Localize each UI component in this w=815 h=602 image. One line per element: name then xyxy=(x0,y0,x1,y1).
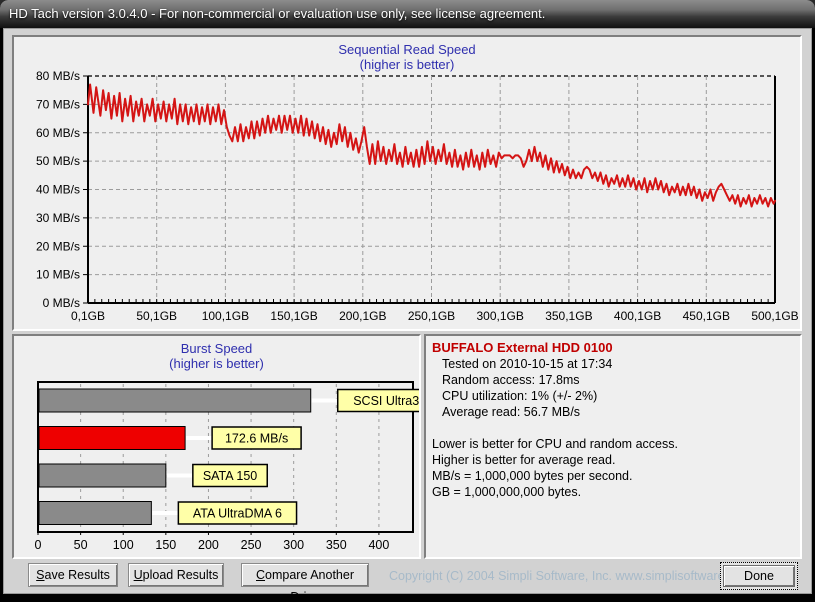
note-gb: GB = 1,000,000,000 bytes. xyxy=(432,484,794,500)
upload-results-button[interactable]: Upload Results xyxy=(128,563,224,587)
svg-text:50 MB/s: 50 MB/s xyxy=(36,154,80,168)
compare-another-drive-button[interactable]: Compare Another Drive xyxy=(241,563,369,587)
svg-text:172.6 MB/s: 172.6 MB/s xyxy=(225,432,288,446)
svg-text:100: 100 xyxy=(113,538,134,552)
sequential-read-panel: Sequential Read Speed (higher is better)… xyxy=(12,35,802,331)
svg-text:300: 300 xyxy=(283,538,304,552)
svg-text:200: 200 xyxy=(198,538,219,552)
hdtach-window: HD Tach version 3.0.4.0 - For non-commer… xyxy=(0,0,815,602)
svg-text:60 MB/s: 60 MB/s xyxy=(36,126,80,140)
svg-text:250: 250 xyxy=(241,538,262,552)
random-access: Random access: 17.8ms xyxy=(432,372,794,388)
burst-speed-chart: SCSI Ultra320 172.6 MB/s SATA 150 ATA Ultra… xyxy=(14,336,419,557)
window-title: HD Tach version 3.0.4.0 - For non-commer… xyxy=(9,6,545,21)
svg-text:450,1GB: 450,1GB xyxy=(683,309,730,323)
burst-speed-panel: Burst Speed (higher is better) SCSI Ultr… xyxy=(12,334,421,559)
svg-text:50: 50 xyxy=(74,538,88,552)
svg-text:SCSI Ultra320: SCSI Ultra320 xyxy=(353,394,419,408)
svg-text:500,1GB: 500,1GB xyxy=(751,309,798,323)
client-area: Sequential Read Speed (higher is better)… xyxy=(3,28,812,594)
done-button[interactable]: Done xyxy=(723,565,795,587)
tested-on: Tested on 2010-10-15 at 17:34 xyxy=(432,356,794,372)
cpu-utilization: CPU utilization: 1% (+/- 2%) xyxy=(432,388,794,404)
svg-text:200,1GB: 200,1GB xyxy=(339,309,386,323)
sequential-read-chart: 0 MB/s 10 MB/s 20 MB/s 30 MB/s 40 MB/s 50 MB/… xyxy=(14,37,800,329)
svg-text:10 MB/s: 10 MB/s xyxy=(36,268,80,282)
note-lower: Lower is better for CPU and random acces… xyxy=(432,436,794,452)
save-results-button[interactable]: Save Results xyxy=(28,563,118,587)
svg-text:0 MB/s: 0 MB/s xyxy=(43,296,80,310)
svg-text:70 MB/s: 70 MB/s xyxy=(36,97,80,111)
info-spacer xyxy=(432,420,794,436)
svg-text:350,1GB: 350,1GB xyxy=(545,309,592,323)
svg-text:400: 400 xyxy=(368,538,389,552)
svg-text:80 MB/s: 80 MB/s xyxy=(36,69,80,83)
note-mbs: MB/s = 1,000,000 bytes per second. xyxy=(432,468,794,484)
svg-text:250,1GB: 250,1GB xyxy=(408,309,455,323)
drive-name: BUFFALO External HDD 0100 xyxy=(432,340,794,355)
note-higher: Higher is better for average read. xyxy=(432,452,794,468)
svg-text:20 MB/s: 20 MB/s xyxy=(36,239,80,253)
drive-info-panel: BUFFALO External HDD 0100 Tested on 2010… xyxy=(424,334,802,559)
window-titlebar[interactable]: HD Tach version 3.0.4.0 - For non-commer… xyxy=(0,0,815,28)
svg-text:300,1GB: 300,1GB xyxy=(477,309,524,323)
svg-text:400,1GB: 400,1GB xyxy=(614,309,661,323)
done-button-focus-ring: Done xyxy=(720,562,798,590)
svg-text:350: 350 xyxy=(326,538,347,552)
svg-text:50,1GB: 50,1GB xyxy=(136,309,177,323)
svg-text:0: 0 xyxy=(35,538,42,552)
svg-text:150,1GB: 150,1GB xyxy=(270,309,317,323)
svg-text:40 MB/s: 40 MB/s xyxy=(36,183,80,197)
svg-text:ATA UltraDMA 6: ATA UltraDMA 6 xyxy=(193,507,282,521)
svg-text:SATA 150: SATA 150 xyxy=(203,469,257,483)
svg-text:30 MB/s: 30 MB/s xyxy=(36,211,80,225)
svg-text:0,1GB: 0,1GB xyxy=(71,309,105,323)
svg-text:100,1GB: 100,1GB xyxy=(202,309,249,323)
svg-text:150: 150 xyxy=(155,538,176,552)
average-read: Average read: 56.7 MB/s xyxy=(432,404,794,420)
copyright-text: Copyright (C) 2004 Simpli Software, Inc.… xyxy=(389,569,719,583)
